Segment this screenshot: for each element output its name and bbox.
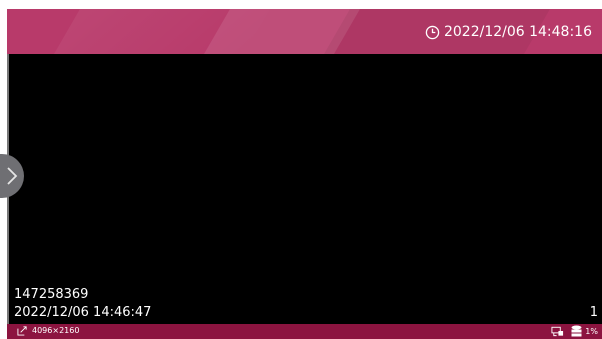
storage-icon bbox=[571, 325, 582, 337]
record-time-label: 2022/12/06 14:46:47 bbox=[14, 305, 152, 320]
camera-lock-icon bbox=[551, 326, 564, 337]
page-number-label: 1 bbox=[589, 305, 598, 320]
video-viewport bbox=[7, 9, 602, 339]
chevron-right-icon bbox=[7, 167, 18, 185]
header-datetime: 2022/12/06 14:48:16 bbox=[443, 24, 592, 40]
storage-percent-label: 1% bbox=[585, 326, 598, 336]
header-clock: 2022/12/06 14:48:16 bbox=[425, 22, 592, 42]
resolution-indicator: 4096×2160 bbox=[17, 325, 79, 336]
footer-bar: 4096×2160 1% bbox=[7, 324, 602, 339]
storage-indicator: 1% bbox=[570, 325, 598, 337]
camera-id-label: 147258369 bbox=[14, 287, 89, 302]
resolution-icon bbox=[17, 326, 27, 336]
clock-icon bbox=[425, 25, 440, 39]
header-bar: 2022/12/06 14:48:16 bbox=[7, 9, 602, 54]
status-area: 1% bbox=[551, 325, 598, 337]
resolution-label: 4096×2160 bbox=[32, 326, 80, 335]
